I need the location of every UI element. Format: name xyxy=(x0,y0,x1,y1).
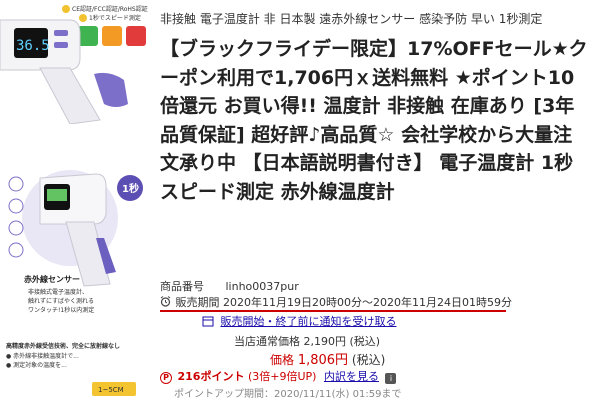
notify-link[interactable]: 販売開始・終了前に通知を受け取る xyxy=(221,315,397,328)
product-thumbnail-3[interactable]: 高精度赤外線受信技術、完全に放射線なし ● 赤外線非接触温度計で... ● 測定… xyxy=(0,336,148,400)
thumbnail-column: CE認証/FCC認証/RoHS認証 1秒でスピード測定 36.5 1秒 赤外線セ… xyxy=(0,0,148,400)
speed-badge-text: 1秒でスピード測定 xyxy=(89,14,141,22)
notify-row: 販売開始・終了前に通知を受け取る xyxy=(202,313,397,330)
normal-price-value: 2,190円 xyxy=(303,335,347,348)
product-title: 【ブラックフライデー限定】17%OFFセール★クーポン利用で1,706円ｘ送料無… xyxy=(160,38,588,203)
sensor-desc-line-3: ワンタッチ!1秒以内測定 xyxy=(28,306,94,314)
thumb3-line-3: ● 測定対象の温度を... xyxy=(6,361,67,369)
price-tax: (税込) xyxy=(351,353,386,367)
calendar-icon xyxy=(202,315,214,330)
product-thumbnail-2[interactable]: 1秒 赤外線センサー 非接触式電子温度計、 触れずにすばやく測れる ワンタッチ!… xyxy=(0,154,148,324)
one-second-badge: 1秒 xyxy=(122,182,139,195)
sensor-desc-line-1: 非接触式電子温度計、 xyxy=(28,288,88,296)
sensor-title: 赤外線センサー xyxy=(24,274,80,284)
points-breakdown-link[interactable]: 内訳を見る xyxy=(324,370,379,383)
normal-price-tax: (税込) xyxy=(349,335,381,348)
alarm-clock-icon xyxy=(160,296,171,310)
thumb3-line-2: ● 赤外線非接触温度計で... xyxy=(6,352,79,360)
price-label: 価格 xyxy=(270,353,295,367)
product-info: 非接触 電子温度計 非 日本製 遠赤外線センサー 感染予防 早い 1秒測定 【ブ… xyxy=(160,0,590,400)
product-thumbnail-1[interactable]: CE認証/FCC認証/RoHS認証 1秒でスピード測定 36.5 xyxy=(0,0,148,124)
thermometer-image-3: 高精度赤外線受信技術、完全に放射線なし ● 赤外線非接触温度計で... ● 測定… xyxy=(6,342,136,396)
product-code-label: 商品番号 xyxy=(160,280,204,293)
points-detail: (3倍+9倍UP) xyxy=(247,370,317,383)
points-icon: P xyxy=(160,372,172,384)
sale-period-row: 販売期間 2020年11月19日20時00分～2020年11月24日01時59分 xyxy=(160,294,512,310)
thermometer-image-1: CE認証/FCC認証/RoHS認証 1秒でスピード測定 36.5 xyxy=(0,5,148,124)
sale-period-underline xyxy=(160,310,506,312)
thermometer-image-2: 1秒 赤外線センサー 非接触式電子温度計、 触れずにすばやく測れる ワンタッチ!… xyxy=(8,170,143,314)
info-icon[interactable]: i xyxy=(385,373,397,384)
points-up-period: ポイントアップ期間：2020/11/11(水) 01:59まで xyxy=(174,389,402,400)
normal-price-row: 当店通常価格 2,190円 (税込) xyxy=(234,333,380,349)
points-value: 216ポイント xyxy=(177,370,245,383)
product-code-value: linho0037pur xyxy=(225,280,299,293)
cert-badge-text: CE認証/FCC認証/RoHS認証 xyxy=(72,5,148,13)
normal-price-label: 当店通常価格 xyxy=(234,335,300,348)
product-subtitle: 非接触 電子温度計 非 日本製 遠赤外線センサー 感染予防 早い 1秒測定 xyxy=(160,12,543,26)
price-row: 価格 1,806円 (税込) xyxy=(270,349,385,368)
sensor-desc-line-2: 触れずにすばやく測れる xyxy=(28,297,94,305)
product-code-row: 商品番号 linho0037pur xyxy=(160,278,299,294)
lcd-reading: 36.5 xyxy=(16,38,50,54)
thumb3-line-1: 高精度赤外線受信技術、完全に放射線なし xyxy=(6,342,120,350)
sale-period-text: 販売期間 2020年11月19日20時00分～2020年11月24日01時59分 xyxy=(175,296,512,309)
distance-label: 1~5CM xyxy=(98,386,124,394)
points-row: P 216ポイント (3倍+9倍UP) 内訳を見る i xyxy=(160,368,397,384)
price-value: 1,806円 xyxy=(297,353,349,368)
